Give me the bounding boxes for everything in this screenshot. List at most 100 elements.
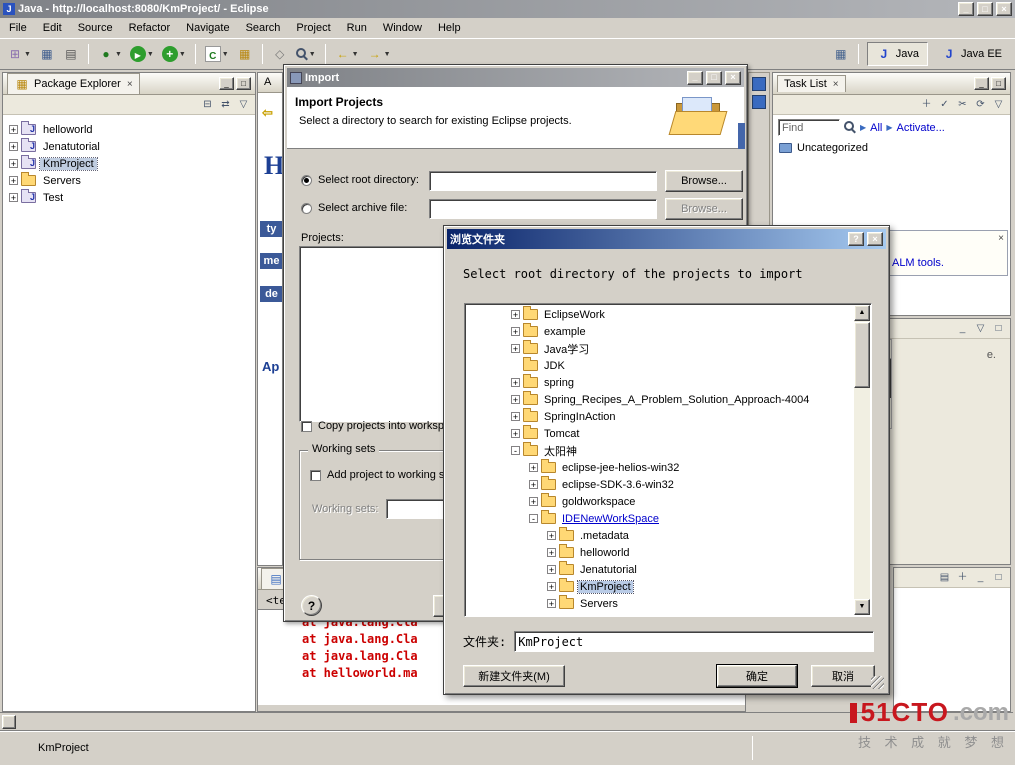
tree-item-label-hover[interactable]: IDENewWorkSpace: [560, 513, 661, 525]
scroll-up-icon[interactable]: ▲: [854, 305, 870, 321]
menu-file[interactable]: File: [2, 19, 34, 37]
tree-item[interactable]: +helloworld: [467, 544, 853, 561]
tree-expander-icon[interactable]: +: [511, 327, 520, 336]
tree-item[interactable]: JDK: [467, 357, 853, 374]
menu-run[interactable]: Run: [340, 19, 374, 37]
tree-item[interactable]: -IDENewWorkSpace: [467, 510, 853, 527]
browse-dialog-titlebar[interactable]: 浏览文件夹 ? ×: [447, 229, 886, 249]
scroll-down-icon[interactable]: ▼: [854, 599, 870, 615]
dropdown-caret-icon[interactable]: ▼: [222, 51, 229, 58]
maximize-view-icon[interactable]: □: [991, 571, 1006, 585]
root-directory-input[interactable]: [429, 171, 657, 191]
print-button[interactable]: [60, 43, 82, 65]
find-input[interactable]: [778, 119, 840, 136]
tree-expander-icon[interactable]: +: [511, 378, 520, 387]
add-working-set-checkbox[interactable]: [310, 470, 321, 481]
package-explorer-tab[interactable]: Package Explorer ×: [7, 73, 140, 94]
tree-expander-icon[interactable]: +: [547, 565, 556, 574]
scrollbar-track[interactable]: ▲ ▼: [854, 305, 870, 615]
close-view-icon[interactable]: ×: [833, 79, 839, 90]
close-button[interactable]: ×: [725, 71, 741, 85]
external-tools-button[interactable]: ▼: [159, 43, 189, 65]
close-view-icon[interactable]: ×: [127, 79, 133, 90]
run-button[interactable]: ▼: [127, 43, 157, 65]
tree-item[interactable]: +Spring_Recipes_A_Problem_Solution_Appro…: [467, 391, 853, 408]
fast-view-icon[interactable]: [752, 95, 766, 109]
browse-root-button[interactable]: Browse...: [665, 170, 743, 192]
tree-row-test[interactable]: +Test: [3, 189, 255, 206]
maximize-view-icon[interactable]: □: [991, 322, 1006, 336]
dropdown-caret-icon[interactable]: ▼: [115, 51, 122, 58]
delete-task-icon[interactable]: ✂: [955, 98, 970, 112]
tree-expander-icon[interactable]: +: [547, 548, 556, 557]
synchronize-icon[interactable]: ⟳: [973, 98, 988, 112]
tree-expander-icon[interactable]: +: [9, 193, 18, 202]
new-package-button[interactable]: [234, 43, 256, 65]
tree-expander-icon[interactable]: +: [511, 412, 520, 421]
archive-file-input[interactable]: [429, 199, 657, 219]
maximize-view-button[interactable]: □: [991, 77, 1006, 90]
new-task-icon[interactable]: ＋: [919, 98, 934, 112]
perspective-open-button[interactable]: [830, 43, 852, 65]
tree-item[interactable]: +spring: [467, 374, 853, 391]
tree-expander-icon[interactable]: +: [529, 497, 538, 506]
new-view-icon[interactable]: ＋: [955, 571, 970, 585]
view-menu-icon[interactable]: ▽: [236, 98, 251, 112]
minimize-view-button[interactable]: _: [219, 77, 234, 90]
tree-item[interactable]: +Java学习: [467, 340, 853, 357]
minimize-button[interactable]: _: [958, 2, 974, 16]
dropdown-caret-icon[interactable]: ▼: [179, 51, 186, 58]
tree-expander-icon[interactable]: +: [9, 142, 18, 151]
tree-item[interactable]: +Servers: [467, 595, 853, 612]
search-icon[interactable]: [844, 121, 856, 134]
dropdown-caret-icon[interactable]: ▼: [384, 51, 391, 58]
restore-view-icon[interactable]: [2, 715, 16, 729]
tree-expander-icon[interactable]: +: [547, 582, 556, 591]
menu-project[interactable]: Project: [289, 19, 337, 37]
tree-item[interactable]: -太阳神: [467, 442, 853, 459]
tree-item[interactable]: +goldworkspace: [467, 493, 853, 510]
import-dialog-titlebar[interactable]: Import _ □ ×: [287, 68, 744, 87]
tree-expander-icon[interactable]: +: [529, 480, 538, 489]
fast-view-icon[interactable]: [752, 77, 766, 91]
new-wizard-button[interactable]: ▼: [4, 43, 34, 65]
tree-expander-icon[interactable]: +: [9, 125, 18, 134]
tree-item[interactable]: +SpringInAction: [467, 408, 853, 425]
tree-item[interactable]: +eclipse-jee-helios-win32: [467, 459, 853, 476]
tree-item[interactable]: +KmProject: [467, 578, 853, 595]
folder-name-input[interactable]: [514, 631, 874, 652]
mark-complete-icon[interactable]: ✓: [937, 98, 952, 112]
search-button[interactable]: ▼: [293, 45, 319, 64]
minimize-button[interactable]: _: [687, 71, 703, 85]
tree-item[interactable]: +eclipse-SDK-3.6-win32: [467, 476, 853, 493]
close-button[interactable]: ×: [867, 232, 883, 246]
tree-expander-icon[interactable]: +: [529, 463, 538, 472]
menu-refactor[interactable]: Refactor: [122, 19, 178, 37]
scrollbar-thumb[interactable]: [854, 322, 870, 388]
back-button[interactable]: ▼: [332, 43, 362, 65]
debug-button[interactable]: ▼: [95, 43, 125, 65]
editor-tab[interactable]: A: [258, 73, 282, 93]
nav-back-icon[interactable]: ⇦: [262, 105, 273, 121]
dropdown-caret-icon[interactable]: ▼: [24, 51, 31, 58]
menu-edit[interactable]: Edit: [36, 19, 69, 37]
dropdown-caret-icon[interactable]: ▼: [147, 51, 154, 58]
minimize-view-button[interactable]: _: [974, 77, 989, 90]
dropdown-caret-icon[interactable]: ▼: [309, 51, 316, 58]
tree-item[interactable]: +Jenatutorial: [467, 561, 853, 578]
view-menu-icon[interactable]: ▽: [991, 98, 1006, 112]
save-button[interactable]: [36, 43, 58, 65]
link-with-editor-icon[interactable]: ⇄: [218, 98, 233, 112]
menu-window[interactable]: Window: [376, 19, 429, 37]
maximize-view-button[interactable]: □: [236, 77, 251, 90]
tree-row-kmproject[interactable]: +KmProject: [3, 155, 255, 172]
resize-grip[interactable]: [871, 676, 884, 689]
tree-expander-icon[interactable]: +: [9, 176, 18, 185]
new-folder-button[interactable]: 新建文件夹(M): [463, 665, 565, 687]
tree-expander-icon[interactable]: -: [511, 446, 520, 455]
uncategorized-row[interactable]: Uncategorized: [773, 140, 1010, 158]
close-button[interactable]: ×: [996, 2, 1012, 16]
minimize-view-icon[interactable]: _: [973, 571, 988, 585]
help-button[interactable]: ?: [848, 232, 864, 246]
close-popup-icon[interactable]: ×: [998, 233, 1004, 244]
